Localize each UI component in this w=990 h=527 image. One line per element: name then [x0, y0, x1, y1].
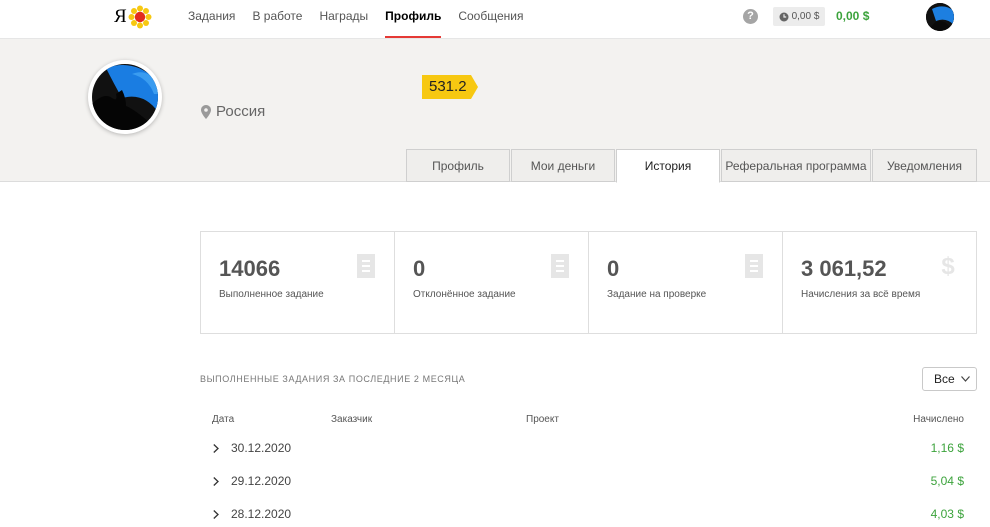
yandex-logo[interactable]: Я	[114, 5, 152, 29]
stat-value: 14066	[219, 256, 281, 281]
profile-location: Россия	[201, 103, 265, 120]
chevron-down-icon	[960, 376, 970, 382]
nav-messages[interactable]: Сообщения	[458, 0, 523, 39]
profile-avatar-image	[92, 64, 158, 130]
pending-balance-badge[interactable]: 0,00 $	[773, 7, 825, 26]
history-filter-select[interactable]: Все	[922, 367, 977, 391]
stat-label: Начисления за всё время	[801, 289, 921, 300]
profile-band: Россия 531.2 Профиль Мои деньги История …	[0, 39, 990, 183]
logo-letter: Я	[114, 6, 127, 27]
tab-profile[interactable]: Профиль	[406, 149, 510, 182]
pending-amount: 0,00 $	[791, 11, 820, 22]
stat-on-review: 0 Задание на проверке	[589, 232, 783, 333]
nav-rewards[interactable]: Награды	[319, 0, 368, 39]
yandex-flower-icon	[128, 5, 152, 29]
balance-amount[interactable]: 0,00 $	[836, 9, 869, 23]
stat-rejected: 0 Отклонённое задание	[395, 232, 589, 333]
stat-value: 3 061,52	[801, 256, 887, 281]
tab-history[interactable]: История	[616, 149, 720, 183]
tab-my-money[interactable]: Мои деньги	[511, 149, 615, 182]
stat-earnings-total: 3 061,52 Начисления за всё время $	[783, 232, 976, 333]
dollar-icon: $	[941, 254, 955, 278]
chevron-right-icon[interactable]	[213, 444, 219, 453]
tab-referral[interactable]: Реферальная программа	[721, 149, 871, 182]
chevron-right-icon[interactable]	[213, 477, 219, 486]
row-amount: 5,04 $	[930, 474, 964, 488]
row-date: 29.12.2020	[231, 474, 292, 488]
history-section-title: ВЫПОЛНЕННЫЕ ЗАДАНИЯ ЗА ПОСЛЕДНИЕ 2 МЕСЯЦ…	[200, 374, 466, 384]
stat-completed: 14066 Выполненное задание	[201, 232, 395, 333]
svg-text:$: $	[941, 254, 955, 278]
column-project: Проект	[526, 414, 559, 425]
history-table-header: Дата Заказчик Проект Начислено	[200, 414, 977, 428]
stat-label: Выполненное задание	[219, 289, 324, 300]
stat-value: 0	[413, 256, 426, 281]
tab-notifications[interactable]: Уведомления	[872, 149, 977, 182]
table-row[interactable]: 28.12.2020 4,03 $	[200, 504, 977, 526]
list-icon	[551, 254, 569, 278]
stat-label: Задание на проверке	[607, 289, 707, 300]
list-icon	[357, 254, 375, 278]
main-nav: Задания В работе Награды Профиль Сообщен…	[188, 0, 540, 39]
nav-tasks[interactable]: Задания	[188, 0, 235, 39]
table-row[interactable]: 30.12.2020 1,16 $	[200, 438, 977, 460]
row-date: 28.12.2020	[231, 507, 292, 521]
chevron-right-icon[interactable]	[213, 510, 219, 519]
column-earned: Начислено	[913, 414, 964, 425]
stats-panel: 14066 Выполненное задание 0 Отклонённое …	[200, 231, 977, 334]
stat-label: Отклонённое задание	[413, 289, 516, 300]
help-icon[interactable]: ?	[743, 9, 758, 24]
top-header: Я Задания В работе Награды Профиль Сообщ…	[0, 0, 990, 39]
nav-profile[interactable]: Профиль	[385, 0, 442, 39]
clock-icon	[779, 12, 789, 21]
filter-selected-value: Все	[934, 372, 955, 386]
column-customer: Заказчик	[331, 414, 373, 425]
profile-tabs: Профиль Мои деньги История Реферальная п…	[406, 149, 978, 183]
row-amount: 4,03 $	[930, 507, 964, 521]
row-amount: 1,16 $	[930, 441, 964, 455]
table-row[interactable]: 29.12.2020 5,04 $	[200, 471, 977, 493]
row-date: 30.12.2020	[231, 441, 292, 455]
rating-badge: 531.2	[422, 75, 478, 99]
nav-in-progress[interactable]: В работе	[252, 0, 302, 39]
location-pin-icon	[201, 104, 211, 119]
profile-avatar	[88, 60, 162, 134]
column-date: Дата	[212, 414, 235, 425]
list-icon	[745, 254, 763, 278]
location-text: Россия	[216, 103, 266, 120]
avatar-image	[926, 3, 954, 31]
avatar[interactable]	[926, 3, 954, 31]
stat-value: 0	[607, 256, 620, 281]
